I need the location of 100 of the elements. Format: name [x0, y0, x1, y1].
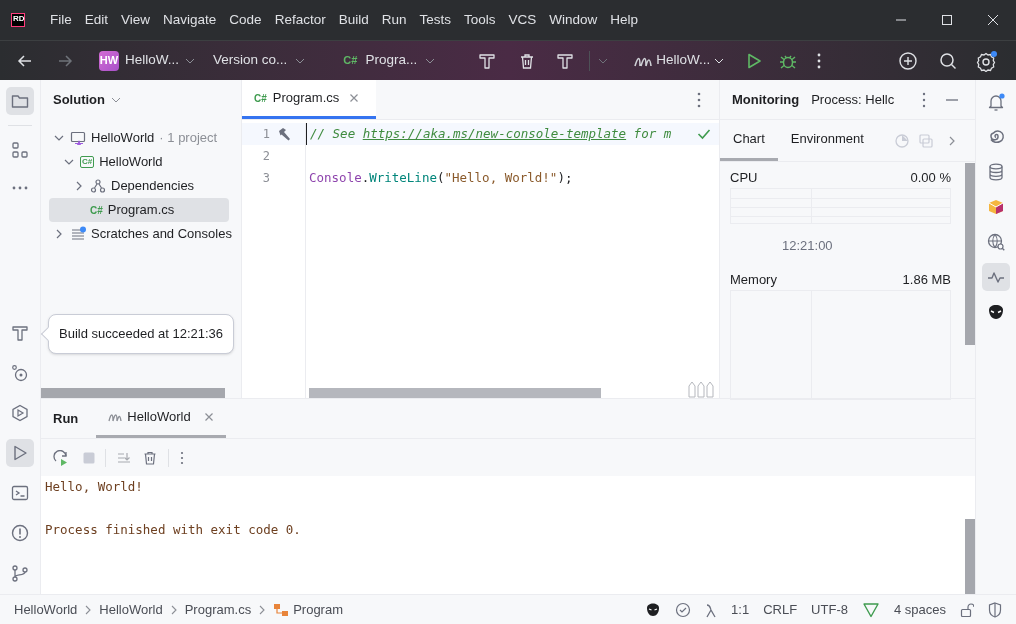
shield-icon[interactable]: [988, 601, 1002, 618]
more-options-icon[interactable]: [816, 51, 823, 70]
menu-item[interactable]: File: [50, 9, 72, 31]
horizontal-scrollbar[interactable]: [41, 388, 225, 398]
menu-item[interactable]: VCS: [508, 9, 537, 31]
project-badge: HW: [99, 50, 119, 71]
mask-icon[interactable]: [986, 302, 1006, 322]
time-label: 12:21:00: [781, 237, 834, 255]
globe-search-icon[interactable]: [986, 232, 1006, 252]
chevron-down-icon[interactable]: [598, 57, 609, 64]
triangle-down-icon[interactable]: [861, 601, 880, 618]
vcs-selector[interactable]: Version co...: [213, 45, 306, 76]
menu-item[interactable]: Refactor: [274, 9, 326, 31]
breadcrumb-item[interactable]: HelloWorld: [14, 599, 78, 620]
menu-item[interactable]: Tests: [419, 9, 451, 31]
metric-value: 0.00 %: [910, 169, 951, 184]
more-options-icon[interactable]: [921, 91, 928, 108]
rerun-icon[interactable]: [53, 449, 69, 466]
mask-icon[interactable]: [645, 601, 662, 618]
panel-tab[interactable]: Environment: [777, 120, 877, 161]
csharp-file-icon: C#: [343, 52, 358, 69]
file-encoding[interactable]: UTF-8: [811, 599, 848, 620]
structure-icon[interactable]: [10, 140, 30, 160]
add-circle-icon[interactable]: [898, 50, 919, 71]
run-configuration-name: HelloW...: [656, 51, 711, 70]
class-icon: [273, 602, 290, 617]
vertical-scrollbar[interactable]: [965, 163, 975, 345]
tooltip-text: Build succeeded at 12:21:36: [59, 325, 224, 344]
problems-icon[interactable]: [10, 523, 30, 543]
notifications-bell-icon[interactable]: [986, 92, 1006, 112]
breadcrumb-item[interactable]: Program: [273, 599, 343, 620]
metric-value: 1.86 MB: [902, 271, 951, 286]
horizontal-scrollbar[interactable]: [309, 388, 601, 398]
chevron-down-icon: [425, 57, 436, 64]
line-number: 3: [262, 170, 270, 187]
solution-dropdown[interactable]: Solution: [53, 90, 121, 110]
build-hammer-icon[interactable]: [10, 323, 30, 343]
chevron-down-icon: [185, 57, 195, 64]
caret-position[interactable]: 1:1: [731, 599, 750, 620]
metric-label: Memory: [730, 271, 777, 286]
git-branch-icon[interactable]: [10, 563, 30, 583]
scratches-icon: [70, 226, 86, 242]
vertical-scrollbar[interactable]: [965, 519, 975, 594]
breadcrumb-item[interactable]: HelloWorld: [99, 599, 163, 620]
minimize-panel-icon[interactable]: [945, 97, 960, 102]
services-icon[interactable]: [10, 363, 30, 383]
uml-cube-icon[interactable]: [986, 197, 1006, 217]
tree-item[interactable]: HelloWorld · 1 project: [49, 126, 241, 150]
menu-item[interactable]: Run: [381, 9, 407, 31]
menu-item[interactable]: Tools: [464, 9, 496, 31]
chevron-right-icon[interactable]: [947, 134, 956, 147]
breadcrumb-separator-icon: [169, 604, 178, 615]
chevron-down-icon: [111, 97, 121, 103]
metric-label: CPU: [730, 169, 758, 184]
tree-item[interactable]: Dependencies: [49, 174, 241, 198]
debug-icon[interactable]: [10, 403, 30, 423]
run-tab[interactable]: HelloWorld: [96, 399, 226, 438]
project-selector[interactable]: HW HelloW...: [95, 45, 199, 76]
tree-item[interactable]: Scratches and Consoles: [49, 222, 241, 246]
tree-item[interactable]: C# Program.cs: [49, 198, 229, 222]
lambda-icon[interactable]: [705, 601, 718, 618]
database-icon[interactable]: [986, 162, 1006, 182]
indent-setting[interactable]: 4 spaces: [893, 599, 946, 620]
solution-icon: [70, 130, 86, 146]
menu-item[interactable]: Edit: [84, 9, 109, 31]
line-number: 1: [262, 126, 270, 143]
file-name: Progra...: [365, 51, 418, 70]
close-tab-icon[interactable]: [203, 412, 214, 422]
vcs-label: Version co...: [213, 51, 288, 70]
breadcrumb-separator-icon: [258, 604, 267, 615]
clear-trash-icon[interactable]: [142, 449, 158, 466]
code-line: Console.WriteLine("Hello, World!");: [308, 168, 574, 187]
terminal-icon[interactable]: [10, 483, 30, 503]
line-number: 2: [262, 148, 270, 165]
run-configuration-selector[interactable]: HelloW...: [634, 45, 725, 76]
panel-tab[interactable]: Chart: [720, 120, 778, 161]
app-logo: RD: [11, 13, 25, 27]
menu-item[interactable]: Help: [610, 9, 639, 31]
menu-item[interactable]: Window: [549, 9, 598, 31]
csharp-project-icon: C#: [80, 156, 95, 168]
file-selector[interactable]: C# Progra...: [343, 45, 436, 76]
console-output-line: Process finished with exit code 0.: [45, 521, 302, 540]
menu-item[interactable]: View: [121, 9, 151, 31]
line-separator[interactable]: CRLF: [763, 599, 798, 620]
menu-item[interactable]: Navigate: [163, 9, 217, 31]
tree-item[interactable]: C# HelloWorld: [49, 150, 241, 174]
dependencies-icon: [90, 178, 106, 194]
check-circle-icon[interactable]: [675, 601, 692, 618]
editor-tab[interactable]: C# Program.cs: [242, 80, 376, 119]
breadcrumb-item[interactable]: Program.cs: [184, 599, 252, 620]
close-tab-icon[interactable]: [349, 93, 360, 103]
menu-item[interactable]: Code: [229, 9, 262, 31]
lock-icon[interactable]: [960, 602, 974, 617]
console-output-line: Hello, World!: [45, 479, 144, 497]
wave-icon: [108, 411, 123, 423]
project-count: · 1 project: [159, 129, 218, 148]
search-icon[interactable]: [938, 50, 959, 71]
menu-item[interactable]: Build: [338, 9, 369, 31]
settings-icon[interactable]: [976, 49, 999, 72]
hammer-gutter-icon[interactable]: [276, 126, 292, 142]
